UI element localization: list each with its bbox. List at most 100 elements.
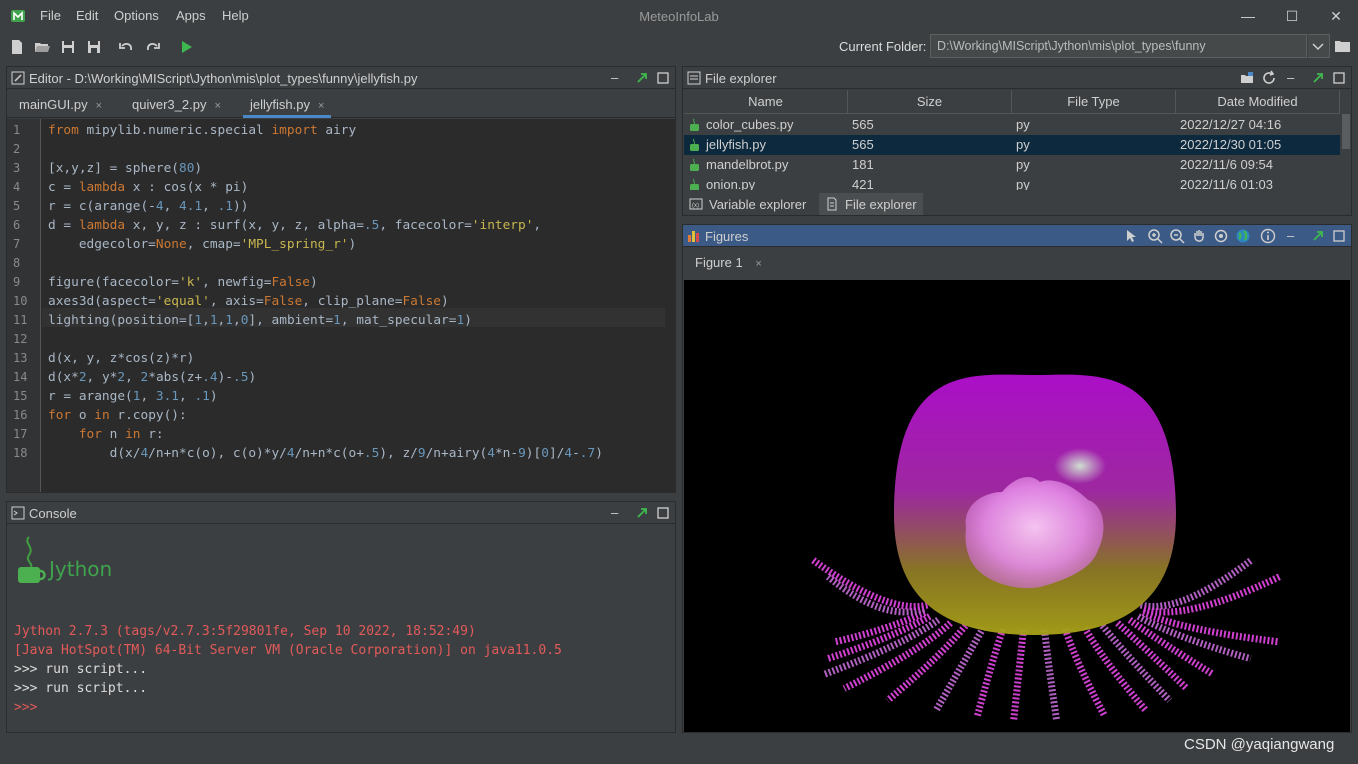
tab-file-explorer[interactable]: File explorer xyxy=(819,193,923,215)
tentacle xyxy=(1142,573,1282,616)
menu-help[interactable]: Help xyxy=(222,8,249,23)
line-number: 14 xyxy=(13,370,28,384)
terminal-icon xyxy=(11,506,25,520)
code-line: r = arange(1, 3.1, .1) xyxy=(48,389,218,404)
menu-options[interactable]: Options xyxy=(114,8,159,23)
tab-maingui[interactable]: mainGUI.py × xyxy=(19,90,102,118)
select-pointer-icon[interactable] xyxy=(1123,228,1139,244)
column-header-date[interactable]: Date Modified xyxy=(1176,90,1340,114)
save-as-icon[interactable] xyxy=(85,38,103,56)
line-number: 9 xyxy=(13,275,21,289)
file-row[interactable]: onion.py 421 py 2022/11/6 01:03 xyxy=(684,175,1340,190)
line-number: 4 xyxy=(13,180,21,194)
tentacle xyxy=(1099,623,1173,703)
maximize-panel-icon[interactable] xyxy=(655,70,671,86)
zoom-out-icon[interactable] xyxy=(1169,228,1185,244)
tab-jellyfish[interactable]: jellyfish.py × xyxy=(243,90,332,118)
menu-edit[interactable]: Edit xyxy=(76,8,98,23)
undock-icon[interactable] xyxy=(1310,228,1326,244)
tab-label: mainGUI.py xyxy=(19,97,88,112)
file-name: jellyfish.py xyxy=(706,137,766,152)
new-file-icon[interactable] xyxy=(8,38,26,56)
column-header-name[interactable]: Name xyxy=(684,90,848,114)
line-number: 2 xyxy=(13,142,21,156)
menu-apps[interactable]: Apps xyxy=(176,8,206,23)
pan-hand-icon[interactable] xyxy=(1191,228,1207,244)
file-row[interactable]: color_cubes.py 565 py 2022/12/27 04:16 xyxy=(684,115,1340,135)
console-header: Console – xyxy=(7,502,675,524)
minimize-panel-icon[interactable]: – xyxy=(611,505,627,521)
save-icon[interactable] xyxy=(59,38,77,56)
python-file-icon xyxy=(690,118,699,131)
scrollbar[interactable] xyxy=(1341,114,1351,190)
undock-icon[interactable] xyxy=(634,70,650,86)
close-tab-icon[interactable]: × xyxy=(318,100,324,112)
close-icon[interactable]: ✕ xyxy=(1326,6,1346,26)
line-number: 8 xyxy=(13,256,21,270)
scrollbar-thumb[interactable] xyxy=(1342,114,1350,149)
tab-variable-explorer[interactable]: (x) Variable explorer xyxy=(683,193,812,215)
undock-icon[interactable] xyxy=(1310,70,1326,86)
maximize-panel-icon[interactable] xyxy=(1331,70,1347,86)
open-folder-icon[interactable] xyxy=(1239,70,1255,86)
zoom-in-icon[interactable] xyxy=(1147,228,1163,244)
figure-canvas[interactable] xyxy=(684,280,1350,732)
line-number: 6 xyxy=(13,218,21,232)
tab-label: jellyfish.py xyxy=(250,97,310,112)
refresh-icon[interactable] xyxy=(1261,70,1277,86)
maximize-panel-icon[interactable] xyxy=(655,505,671,521)
figure-tabs: Figure 1 × xyxy=(683,248,1351,280)
redo-icon[interactable] xyxy=(144,38,162,56)
minimize-panel-icon[interactable]: – xyxy=(611,70,627,86)
console-output[interactable]: Jython Jython 2.7.3 (tags/v2.7.3:5f29801… xyxy=(7,525,675,732)
tab-label: Variable explorer xyxy=(709,197,807,212)
jython-logo-text: Jython xyxy=(49,557,113,581)
minimize-icon[interactable]: — xyxy=(1238,6,1258,26)
column-header-size[interactable]: Size xyxy=(848,90,1012,114)
rotate-icon[interactable] xyxy=(1213,228,1229,244)
code-line: from mipylib.numeric.special import airy xyxy=(48,123,357,138)
tentacle xyxy=(1041,629,1060,721)
file-type: py xyxy=(1016,117,1030,132)
file-type: py xyxy=(1016,157,1030,172)
column-header-type[interactable]: File Type xyxy=(1012,90,1176,114)
undock-icon[interactable] xyxy=(634,505,650,521)
open-folder-icon[interactable] xyxy=(33,38,51,56)
line-number: 13 xyxy=(13,351,28,365)
file-table: Name Size File Type Date Modified color_… xyxy=(684,90,1340,190)
tab-figure-1[interactable]: Figure 1 × xyxy=(685,248,772,278)
undo-icon[interactable] xyxy=(117,38,135,56)
document-icon xyxy=(827,197,837,211)
run-script-icon[interactable] xyxy=(177,38,195,56)
current-folder-combo[interactable]: D:\Working\MIScript\Jython\mis\plot_type… xyxy=(930,34,1307,58)
code-line: for o in r.copy(): xyxy=(48,408,187,423)
browse-folder-icon[interactable] xyxy=(1334,38,1352,54)
tab-quiver3-2[interactable]: quiver3_2.py × xyxy=(132,90,221,118)
maximize-icon[interactable]: ☐ xyxy=(1282,6,1302,26)
line-number: 17 xyxy=(13,427,28,441)
file-row[interactable]: mandelbrot.py 181 py 2022/11/6 09:54 xyxy=(684,155,1340,175)
python-file-icon xyxy=(690,178,699,190)
chevron-down-icon[interactable] xyxy=(1308,34,1330,58)
file-row[interactable]: jellyfish.py 565 py 2022/12/30 01:05 xyxy=(684,135,1340,155)
close-tab-icon[interactable]: × xyxy=(214,100,220,112)
folder-icon xyxy=(687,71,701,85)
tab-label: quiver3_2.py xyxy=(132,97,207,112)
variable-icon: (x) xyxy=(689,198,703,210)
code-editor[interactable]: 1 2 3 4 5 6 7 8 9 10 11 12 13 14 15 16 17 18 from mipylib… xyxy=(7,119,675,492)
info-icon[interactable] xyxy=(1260,228,1276,244)
file-explorer-title: File explorer xyxy=(705,71,777,86)
close-tab-icon[interactable]: × xyxy=(96,100,102,112)
console-title: Console xyxy=(29,506,77,521)
line-number: 15 xyxy=(13,389,28,403)
file-size: 565 xyxy=(852,117,874,132)
file-type: py xyxy=(1016,137,1030,152)
minimize-panel-icon[interactable]: – xyxy=(1287,228,1303,244)
chart-icon xyxy=(688,231,699,242)
globe-icon[interactable] xyxy=(1235,228,1251,244)
close-tab-icon[interactable]: × xyxy=(755,258,761,270)
maximize-panel-icon[interactable] xyxy=(1331,228,1347,244)
minimize-panel-icon[interactable]: – xyxy=(1287,70,1303,86)
watermark: CSDN @yaqiangwang xyxy=(1184,736,1335,753)
menu-file[interactable]: File xyxy=(40,8,61,23)
